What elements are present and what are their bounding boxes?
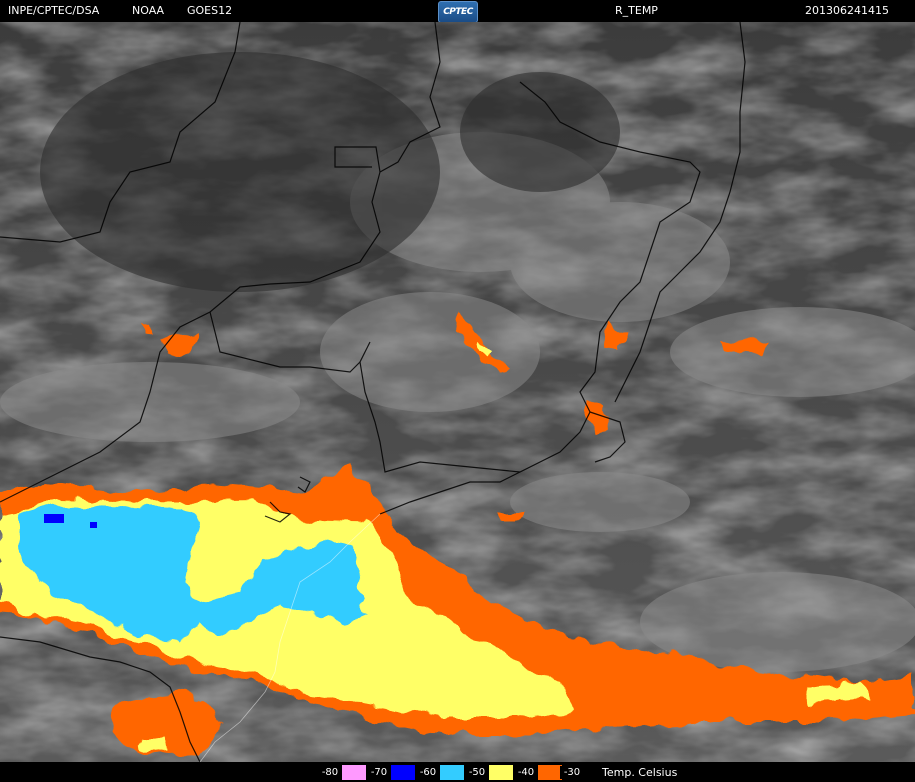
legend-swatch xyxy=(342,765,366,780)
source-label: INPE/CPTEC/DSA xyxy=(8,4,100,17)
timestamp-label: 201306241415 xyxy=(805,4,889,17)
image-header: INPE/CPTEC/DSA NOAA GOES12 CPTEC R_TEMP … xyxy=(0,0,915,23)
legend-swatch xyxy=(440,765,464,780)
legend-swatch xyxy=(489,765,513,780)
legend-swatch xyxy=(391,765,415,780)
satellite-label: GOES12 xyxy=(187,4,233,17)
temperature-legend: -80 -70 -60 -50 -40 -30 Temp. Celsius xyxy=(0,762,915,782)
cptec-logo: CPTEC xyxy=(438,1,478,23)
legend-swatch xyxy=(538,765,562,780)
agency-label: NOAA xyxy=(132,4,165,17)
legend-unit-label: Temp. Celsius xyxy=(602,766,678,779)
satellite-ir-map xyxy=(0,22,915,762)
product-label: R_TEMP xyxy=(615,4,658,17)
